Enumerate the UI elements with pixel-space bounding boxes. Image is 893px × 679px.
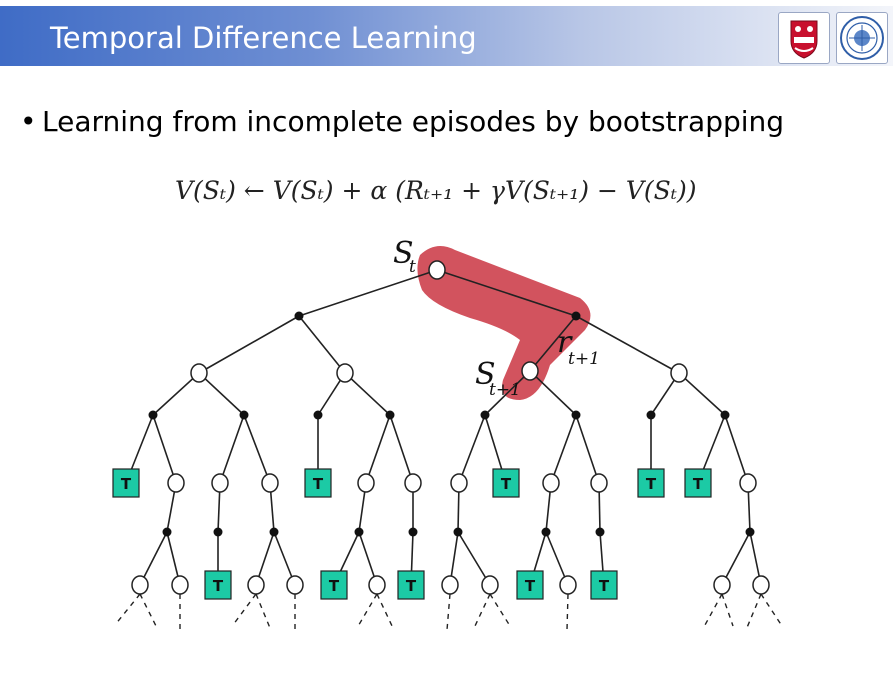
state-node [336, 363, 354, 383]
terminal-label: T [213, 577, 224, 595]
action-node [162, 527, 172, 537]
state-node [450, 473, 468, 493]
action-node [745, 527, 755, 537]
university-seal-logo [836, 12, 888, 64]
state-node [542, 473, 560, 493]
bullet-text: Learning from incomplete episodes by boo… [42, 105, 785, 138]
bullet-point: • Learning from incomplete episodes by bo… [20, 105, 784, 138]
state-node [670, 363, 688, 383]
state-node [590, 473, 608, 493]
action-node [571, 311, 581, 321]
terminal-label: T [599, 577, 610, 595]
action-node [294, 311, 304, 321]
terminal-label: T [329, 577, 340, 595]
state-node [131, 575, 149, 595]
terminal-label: T [693, 475, 704, 493]
action-nodes [148, 311, 755, 537]
action-node [313, 410, 323, 420]
terminal-label: T [525, 577, 536, 595]
action-node [720, 410, 730, 420]
state-node [739, 473, 757, 493]
action-node [646, 410, 656, 420]
terminal-label: T [313, 475, 324, 493]
state-node [559, 575, 577, 595]
state-node-st1 [521, 361, 539, 381]
backup-tree-diagram: T T T T TT T T T T S t r t+1 S t+1 [112, 236, 783, 632]
label-reward-sub: t+1 [568, 349, 600, 369]
label-st-sub: t [409, 257, 416, 277]
action-node [354, 527, 364, 537]
action-node [595, 527, 605, 537]
state-nodes [131, 260, 770, 595]
state-node [357, 473, 375, 493]
action-node [453, 527, 463, 537]
continuation-lines [114, 593, 783, 632]
action-node [541, 527, 551, 537]
label-st1-sub: t+1 [489, 380, 521, 400]
state-node [441, 575, 459, 595]
tree-edges [125, 269, 762, 586]
state-node [368, 575, 386, 595]
state-node [286, 575, 304, 595]
state-node [752, 575, 770, 595]
action-node [385, 410, 395, 420]
action-node [239, 410, 249, 420]
state-node [167, 473, 185, 493]
state-node-st [428, 260, 446, 280]
state-node [190, 363, 208, 383]
state-node [247, 575, 265, 595]
state-node [404, 473, 422, 493]
bullet-marker: • [20, 105, 37, 138]
state-node [211, 473, 229, 493]
slide-title: Temporal Difference Learning [50, 21, 477, 55]
state-node [171, 575, 189, 595]
state-node [713, 575, 731, 595]
action-node [269, 527, 279, 537]
state-node [261, 473, 279, 493]
state-node [481, 575, 499, 595]
terminal-label: T [406, 577, 417, 595]
td-update-formula: V(Sₜ) ← V(Sₜ) + α (Rₜ₊₁ + γV(Sₜ₊₁) − V(S… [175, 176, 697, 205]
action-node [213, 527, 223, 537]
terminal-label: T [121, 475, 132, 493]
action-node [408, 527, 418, 537]
terminal-label: T [501, 475, 512, 493]
university-crest-logo [778, 12, 830, 64]
terminal-label: T [646, 475, 657, 493]
action-node [148, 410, 158, 420]
action-node [571, 410, 581, 420]
action-node [480, 410, 490, 420]
